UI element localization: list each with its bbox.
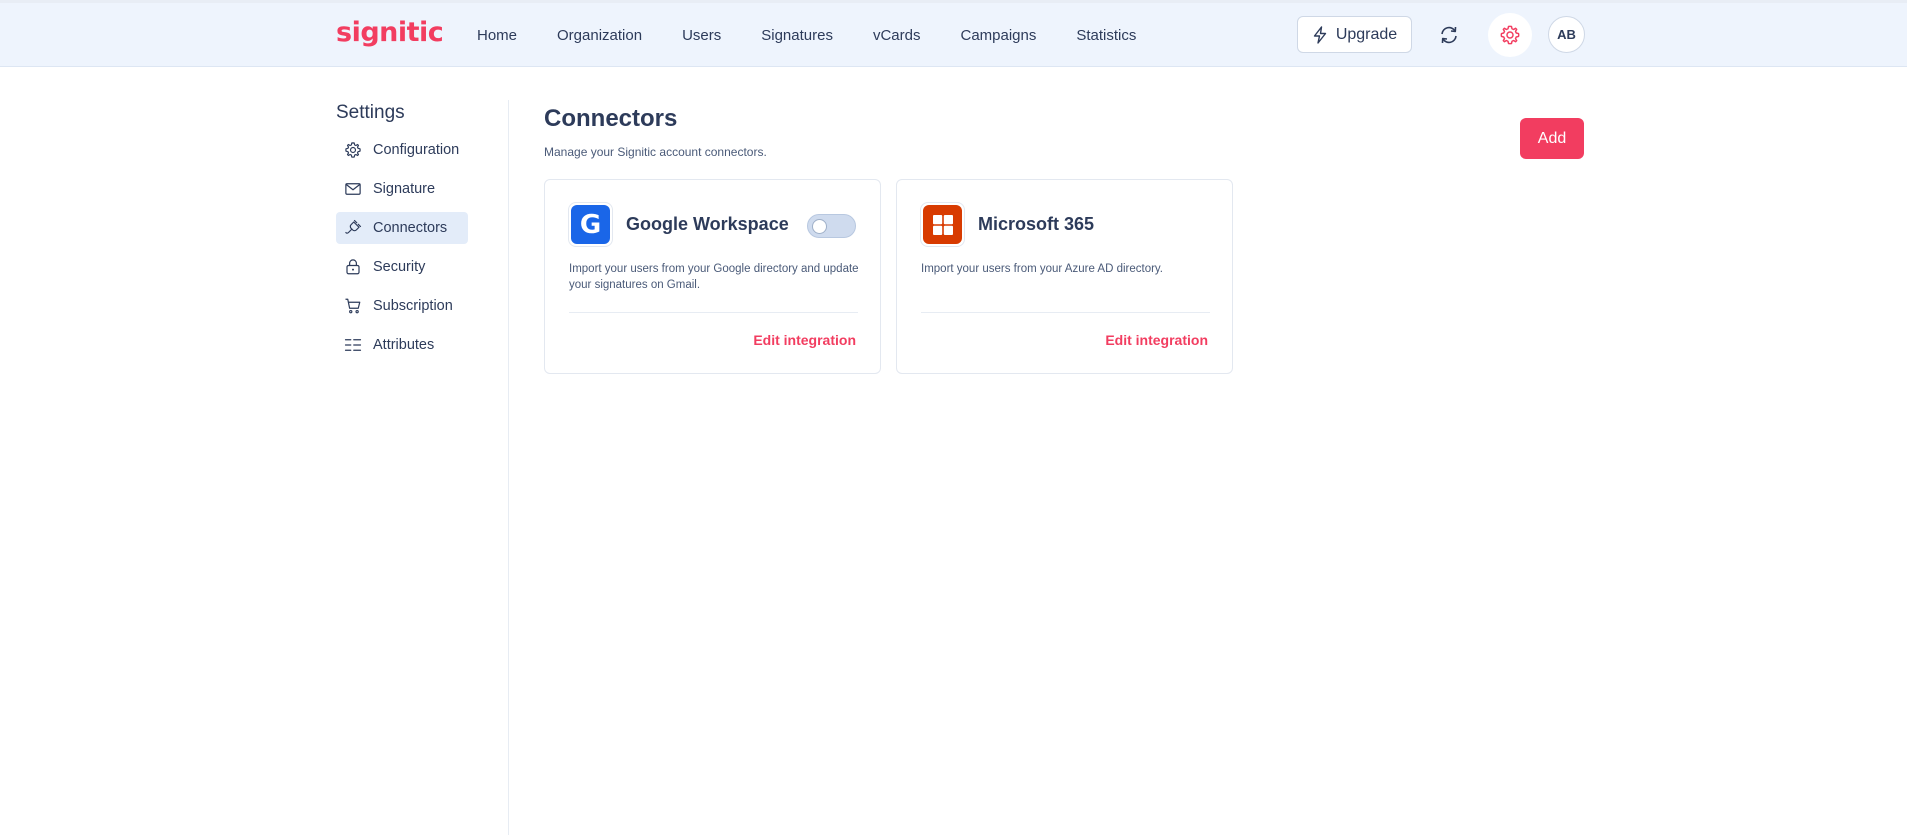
signitic-logo[interactable]: signitic: [336, 17, 444, 51]
google-workspace-logo: G: [568, 202, 613, 247]
mail-icon: [345, 183, 361, 195]
connector-description: Import your users from your Google direc…: [569, 263, 859, 291]
upgrade-button[interactable]: Upgrade: [1297, 16, 1412, 53]
google-g-icon: G: [579, 209, 602, 240]
gear-icon: [1500, 25, 1520, 45]
sidebar-title: Settings: [336, 102, 405, 123]
connector-card-microsoft: Microsoft 365 Import your users from you…: [896, 179, 1233, 374]
sync-button[interactable]: [1430, 16, 1468, 54]
sidebar-item-configuration[interactable]: Configuration: [336, 134, 468, 166]
add-connector-button[interactable]: Add: [1520, 118, 1584, 159]
settings-button[interactable]: [1488, 13, 1532, 57]
sync-icon: [1441, 26, 1457, 44]
sidebar-item-signature[interactable]: Signature: [336, 173, 468, 205]
nav-vcards[interactable]: vCards: [873, 27, 921, 44]
connector-name: Google Workspace: [626, 214, 789, 234]
upgrade-label: Upgrade: [1335, 25, 1398, 43]
sidebar-item-connectors[interactable]: Connectors: [336, 212, 468, 244]
lock-icon: [346, 259, 360, 275]
card-divider: [921, 312, 1210, 313]
microsoft-365-logo: [920, 202, 965, 247]
connector-name: Microsoft 365: [978, 214, 1095, 234]
edit-integration-link[interactable]: Edit integration: [753, 332, 856, 348]
google-workspace-toggle[interactable]: [807, 214, 856, 238]
nav-users[interactable]: Users: [682, 27, 721, 44]
sidebar-item-subscription[interactable]: Subscription: [336, 290, 468, 322]
sidebar-item-label: Connectors: [373, 220, 448, 236]
main-nav: Home Organization Users Signatures vCard…: [477, 3, 1176, 67]
connector-description: Import your users from your Azure AD dir…: [921, 263, 1164, 275]
nav-signatures[interactable]: Signatures: [761, 27, 833, 44]
plug-icon: [345, 219, 362, 234]
page-title: Connectors: [544, 105, 678, 132]
page-subtitle: Manage your Signitic account connectors.: [544, 145, 767, 159]
lightning-icon: [1313, 25, 1327, 44]
nav-organization[interactable]: Organization: [557, 27, 642, 44]
edit-integration-link[interactable]: Edit integration: [1105, 332, 1208, 348]
connector-card-google: G Google Workspace Import your users fro…: [544, 179, 881, 374]
nav-campaigns[interactable]: Campaigns: [960, 27, 1036, 44]
sidebar-item-label: Security: [373, 259, 426, 275]
sidebar-item-label: Configuration: [373, 142, 460, 158]
gear-icon: [345, 142, 361, 158]
toggle-knob: [812, 219, 827, 234]
sidebar-item-attributes[interactable]: Attributes: [336, 329, 468, 361]
settings-sidebar: Settings Configuration Signature Connect…: [336, 100, 506, 368]
sidebar-item-label: Attributes: [373, 337, 435, 353]
windows-icon: [932, 214, 953, 235]
top-navigation-bar: signitic Home Organization Users Signatu…: [0, 3, 1907, 67]
card-divider: [569, 312, 858, 313]
user-avatar[interactable]: AB: [1548, 16, 1585, 53]
nav-home[interactable]: Home: [477, 27, 517, 44]
nav-statistics[interactable]: Statistics: [1076, 27, 1136, 44]
sidebar-item-label: Subscription: [373, 298, 453, 314]
sidebar-item-security[interactable]: Security: [336, 251, 468, 283]
sidebar-item-label: Signature: [373, 181, 436, 197]
cart-icon: [345, 298, 361, 314]
sidebar-divider: [508, 100, 509, 835]
list-icon: [344, 339, 362, 351]
